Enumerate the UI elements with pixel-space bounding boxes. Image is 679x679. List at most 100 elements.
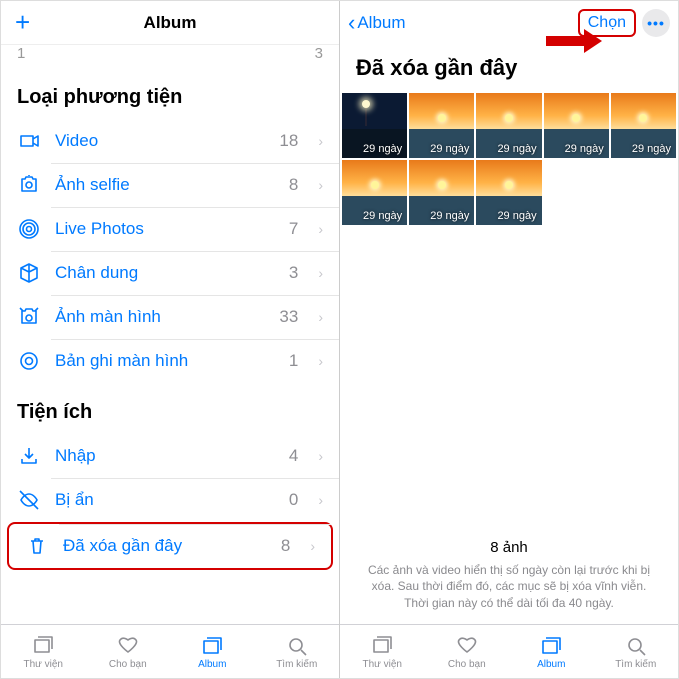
list-item-screenrec[interactable]: Bản ghi màn hình 1 › bbox=[1, 339, 339, 383]
item-label: Video bbox=[55, 131, 265, 151]
nav-title: Album bbox=[144, 13, 197, 33]
item-count: 7 bbox=[289, 219, 298, 239]
photo-thumb[interactable]: 29 ngày bbox=[409, 93, 474, 158]
item-label: Ảnh màn hình bbox=[55, 307, 265, 327]
media-types-list: Video18›Ảnh selfie8›Live Photos7›Chân du… bbox=[1, 119, 339, 383]
tab-library[interactable]: Thư viện bbox=[1, 625, 86, 678]
photo-count: 8 ảnh bbox=[358, 537, 660, 558]
photo-thumb[interactable]: 29 ngày bbox=[544, 93, 609, 158]
photo-thumb[interactable]: 29 ngày bbox=[476, 160, 541, 225]
photo-thumb[interactable]: 29 ngày bbox=[409, 160, 474, 225]
list-item-live[interactable]: Live Photos 7 › bbox=[1, 207, 339, 251]
utilities-list: Nhập4›Bị ẩn0›Đã xóa gần đây8› bbox=[1, 434, 339, 570]
item-count: 8 bbox=[289, 175, 298, 195]
portrait-icon bbox=[17, 261, 41, 285]
chevron-left-icon: ‹ bbox=[348, 12, 355, 34]
back-label: Album bbox=[357, 13, 405, 33]
hidden-icon bbox=[17, 488, 41, 512]
count-b: 3 bbox=[315, 45, 323, 62]
select-button[interactable]: Chọn bbox=[578, 9, 636, 37]
tab-label: Album bbox=[537, 659, 565, 670]
chevron-right-icon: › bbox=[318, 309, 323, 325]
chevron-right-icon: › bbox=[318, 265, 323, 281]
chevron-right-icon: › bbox=[318, 353, 323, 369]
item-count: 0 bbox=[289, 490, 298, 510]
days-remaining: 29 ngày bbox=[363, 210, 402, 222]
selfie-icon bbox=[17, 173, 41, 197]
item-count: 18 bbox=[279, 131, 298, 151]
tab-library[interactable]: Thư viện bbox=[340, 625, 425, 678]
tab-search[interactable]: Tìm kiếm bbox=[594, 625, 679, 678]
list-item-portrait[interactable]: Chân dung 3 › bbox=[1, 251, 339, 295]
trash-icon bbox=[25, 534, 49, 558]
tab-search[interactable]: Tìm kiếm bbox=[255, 625, 340, 678]
footer-text: Các ảnh và video hiển thị số ngày còn lạ… bbox=[368, 563, 650, 611]
item-label: Bản ghi màn hình bbox=[55, 351, 275, 371]
tab-foryou[interactable]: Cho bạn bbox=[425, 625, 510, 678]
item-label: Ảnh selfie bbox=[55, 175, 275, 195]
photo-thumb[interactable]: 29 ngày bbox=[342, 160, 407, 225]
list-item-trash[interactable]: Đã xóa gần đây8› bbox=[7, 522, 333, 570]
tab-label: Thư viện bbox=[24, 659, 64, 670]
days-remaining: 29 ngày bbox=[430, 143, 469, 155]
search-icon bbox=[623, 634, 649, 658]
tab-bar: Thư viện Cho bạn Album Tìm kiếm bbox=[340, 624, 678, 678]
tab-label: Cho bạn bbox=[448, 659, 486, 670]
days-remaining: 29 ngày bbox=[632, 143, 671, 155]
item-label: Chân dung bbox=[55, 263, 275, 283]
list-item-import[interactable]: Nhập4› bbox=[1, 434, 339, 478]
item-count: 33 bbox=[279, 307, 298, 327]
days-remaining: 29 ngày bbox=[497, 143, 536, 155]
days-remaining: 29 ngày bbox=[363, 143, 402, 155]
tab-label: Thư viện bbox=[363, 659, 403, 670]
more-button[interactable]: ••• bbox=[642, 9, 670, 37]
screenshot-icon bbox=[17, 305, 41, 329]
page-title: Đã xóa gần đây bbox=[340, 45, 678, 93]
list-item-selfie[interactable]: Ảnh selfie 8 › bbox=[1, 163, 339, 207]
chevron-right-icon: › bbox=[318, 177, 323, 193]
add-button[interactable]: + bbox=[15, 7, 30, 38]
photo-thumb[interactable]: 29 ngày bbox=[476, 93, 541, 158]
item-label: Live Photos bbox=[55, 219, 275, 239]
albums-icon bbox=[538, 634, 564, 658]
chevron-right-icon: › bbox=[318, 133, 323, 149]
album-count-row: 1 3 bbox=[1, 45, 339, 68]
photo-thumb[interactable]: 29 ngày bbox=[342, 93, 407, 158]
item-count: 3 bbox=[289, 263, 298, 283]
item-label: Đã xóa gần đây bbox=[63, 536, 267, 556]
ellipsis-icon: ••• bbox=[647, 15, 665, 31]
tab-foryou[interactable]: Cho bạn bbox=[86, 625, 171, 678]
count-a: 1 bbox=[17, 45, 25, 62]
tab-label: Album bbox=[198, 659, 226, 670]
import-icon bbox=[17, 444, 41, 468]
foryou-icon bbox=[454, 634, 480, 658]
list-item-video[interactable]: Video 18 › bbox=[1, 119, 339, 163]
search-icon bbox=[284, 634, 310, 658]
item-count: 4 bbox=[289, 446, 298, 466]
tab-albums[interactable]: Album bbox=[509, 625, 594, 678]
tab-label: Cho bạn bbox=[109, 659, 147, 670]
tab-label: Tìm kiếm bbox=[276, 659, 317, 670]
albums-screen: + Album 1 3 Loại phương tiện Video18›Ảnh… bbox=[1, 1, 339, 678]
list-item-hidden[interactable]: Bị ẩn0› bbox=[1, 478, 339, 522]
video-icon bbox=[17, 129, 41, 153]
list-item-screenshot[interactable]: Ảnh màn hình 33 › bbox=[1, 295, 339, 339]
photo-thumb[interactable]: 29 ngày bbox=[611, 93, 676, 158]
section-utilities: Tiện ích bbox=[1, 383, 339, 434]
nav-bar: + Album bbox=[1, 1, 339, 45]
item-label: Nhập bbox=[55, 446, 275, 466]
chevron-right-icon: › bbox=[310, 538, 315, 554]
chevron-right-icon: › bbox=[318, 221, 323, 237]
albums-icon bbox=[199, 634, 225, 658]
tab-label: Tìm kiếm bbox=[615, 659, 656, 670]
tab-bar: Thư viện Cho bạn Album Tìm kiếm bbox=[1, 624, 339, 678]
chevron-right-icon: › bbox=[318, 492, 323, 508]
item-count: 1 bbox=[289, 351, 298, 371]
footer-note: 8 ảnh Các ảnh và video hiển thị số ngày … bbox=[340, 525, 678, 624]
tab-albums[interactable]: Album bbox=[170, 625, 255, 678]
days-remaining: 29 ngày bbox=[497, 210, 536, 222]
library-icon bbox=[369, 634, 395, 658]
days-remaining: 29 ngày bbox=[430, 210, 469, 222]
section-media-types: Loại phương tiện bbox=[1, 68, 339, 119]
back-button[interactable]: ‹ Album bbox=[348, 12, 406, 34]
